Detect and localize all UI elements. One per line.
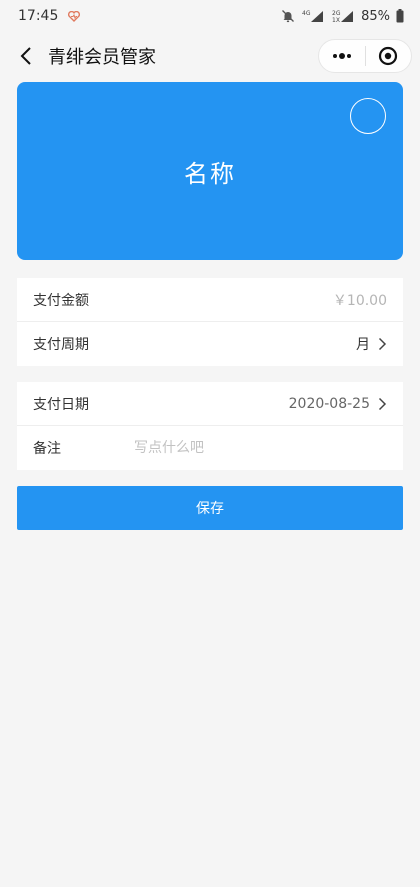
period-label: 支付周期 bbox=[33, 337, 89, 353]
amount-value[interactable]: ￥10.00 bbox=[333, 290, 387, 310]
chevron-right-icon bbox=[378, 337, 387, 351]
details-group: 支付日期 2020-08-25 备注 bbox=[17, 382, 403, 470]
signal-2g-icon: 2G 1X bbox=[331, 9, 355, 23]
health-icon bbox=[68, 10, 81, 22]
period-right: 月 bbox=[356, 334, 387, 354]
battery-percent: 85% bbox=[361, 8, 390, 24]
date-row[interactable]: 支付日期 2020-08-25 bbox=[17, 382, 403, 426]
capsule-menu bbox=[318, 39, 412, 73]
card-name: 名称 bbox=[184, 159, 236, 188]
back-arrow-icon bbox=[20, 47, 31, 65]
back-button[interactable] bbox=[12, 42, 40, 70]
more-dots-icon bbox=[332, 53, 351, 59]
date-value: 2020-08-25 bbox=[288, 395, 370, 412]
amount-row[interactable]: 支付金额 ￥10.00 bbox=[17, 278, 403, 322]
status-right: 4G 2G 1X 85% bbox=[281, 9, 404, 24]
date-right: 2020-08-25 bbox=[289, 396, 387, 412]
remark-input[interactable] bbox=[134, 440, 387, 456]
nav-left: 青绯会员管家 bbox=[12, 42, 156, 70]
member-card[interactable]: 名称 bbox=[17, 82, 403, 260]
nav-bar: 青绯会员管家 bbox=[0, 32, 420, 80]
period-value: 月 bbox=[356, 337, 370, 353]
target-circle-icon bbox=[379, 46, 398, 66]
status-time: 17:45 bbox=[18, 8, 59, 24]
page-title: 青绯会员管家 bbox=[48, 47, 156, 68]
bell-muted-icon bbox=[281, 9, 295, 23]
network-label-3: 1X bbox=[332, 17, 340, 23]
period-row[interactable]: 支付周期 月 bbox=[17, 322, 403, 366]
amount-label: 支付金额 bbox=[33, 292, 89, 309]
status-left: 17:45 bbox=[18, 8, 81, 24]
close-miniprogram-button[interactable] bbox=[366, 40, 412, 72]
signal-4g-icon: 4G bbox=[301, 9, 325, 23]
battery-icon bbox=[396, 9, 404, 23]
remark-row: 备注 bbox=[17, 426, 403, 470]
more-button[interactable] bbox=[319, 40, 365, 72]
date-label: 支付日期 bbox=[33, 396, 89, 413]
remark-label: 备注 bbox=[33, 441, 61, 457]
payment-group: 支付金额 ￥10.00 支付周期 月 bbox=[17, 278, 403, 366]
network-label-1: 4G bbox=[302, 10, 311, 17]
status-bar: 17:45 4G 2G 1X 85% bbox=[0, 0, 420, 32]
save-button[interactable]: 保存 bbox=[17, 486, 403, 530]
card-color-picker[interactable] bbox=[350, 98, 386, 134]
chevron-right-icon bbox=[378, 397, 387, 411]
network-label-2: 2G bbox=[332, 10, 341, 17]
